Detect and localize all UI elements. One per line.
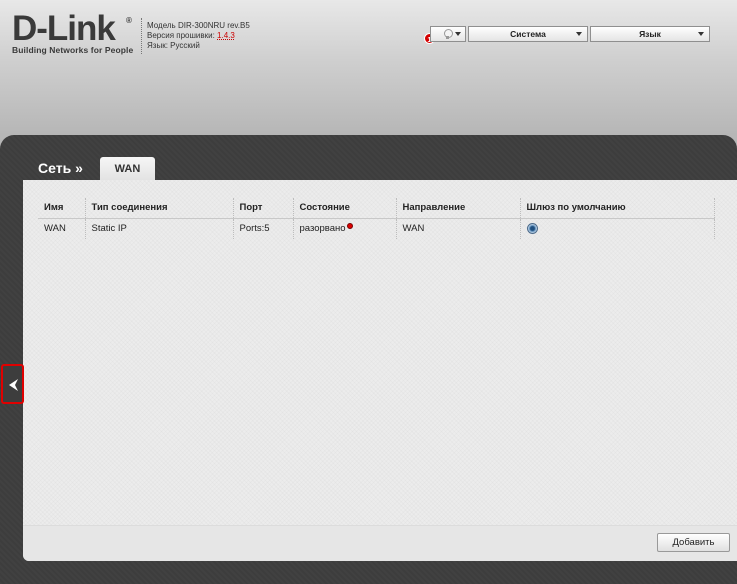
column-header-default-gateway[interactable]: Шлюз по умолчанию — [520, 198, 715, 219]
header-divider — [141, 18, 142, 54]
language-menu-label: Язык — [639, 29, 661, 39]
language-menu-button[interactable]: Язык — [590, 26, 710, 42]
table-row[interactable]: WAN Static IP Ports:5 разорвано WAN — [38, 218, 715, 239]
chevron-down-icon — [455, 32, 461, 36]
chevron-down-icon — [576, 32, 582, 36]
status-disconnected-icon — [346, 223, 353, 230]
sidebar-toggle-button[interactable] — [1, 364, 24, 404]
state-text: разорвано — [299, 223, 346, 235]
column-header-direction[interactable]: Направление — [396, 198, 521, 219]
top-toolbar: Система Язык — [430, 26, 710, 42]
chevron-down-icon — [698, 32, 704, 36]
firmware-version-link[interactable]: 1.4.3 — [217, 31, 235, 40]
cell-name[interactable]: WAN — [38, 218, 86, 239]
cell-state[interactable]: разорвано — [293, 218, 397, 239]
model-line: Модель DIR-300NRU rev.B5 — [147, 21, 250, 30]
wan-connections-table: Имя Тип соединения Порт Состояние Направ… — [38, 198, 715, 239]
dlink-logo: D-Link ® Building Networks for People — [12, 9, 134, 55]
cell-type[interactable]: Static IP — [85, 218, 234, 239]
default-gateway-radio[interactable] — [526, 223, 538, 235]
system-menu-label: Система — [510, 29, 546, 39]
logo-wordmark: D-Link — [12, 9, 116, 48]
firmware-label: Версия прошивки: — [147, 31, 218, 40]
tab-wan[interactable]: WAN — [100, 157, 155, 181]
column-header-name[interactable]: Имя — [38, 198, 86, 219]
column-header-state[interactable]: Состояние — [293, 198, 397, 219]
device-info: Модель DIR-300NRU rev.B5 Версия прошивки… — [147, 21, 250, 51]
cell-port[interactable]: Ports:5 — [233, 218, 294, 239]
cell-default-gateway[interactable] — [520, 218, 715, 239]
notifications-button[interactable] — [430, 26, 466, 42]
logo-registered-mark: ® — [126, 16, 132, 25]
lightbulb-icon — [444, 29, 453, 39]
firmware-line: Версия прошивки: 1.4.3 — [147, 31, 250, 41]
language-line: Язык: Русский — [147, 41, 200, 50]
panel-footer — [23, 525, 737, 561]
add-button[interactable]: Добавить — [657, 533, 730, 552]
system-menu-button[interactable]: Система — [468, 26, 588, 42]
cell-direction[interactable]: WAN — [396, 218, 521, 239]
table-header-row: Имя Тип соединения Порт Состояние Направ… — [38, 198, 715, 219]
breadcrumb-section[interactable]: Сеть » — [38, 160, 83, 176]
chevron-left-icon — [9, 379, 18, 391]
column-header-type[interactable]: Тип соединения — [85, 198, 234, 219]
column-header-port[interactable]: Порт — [233, 198, 294, 219]
